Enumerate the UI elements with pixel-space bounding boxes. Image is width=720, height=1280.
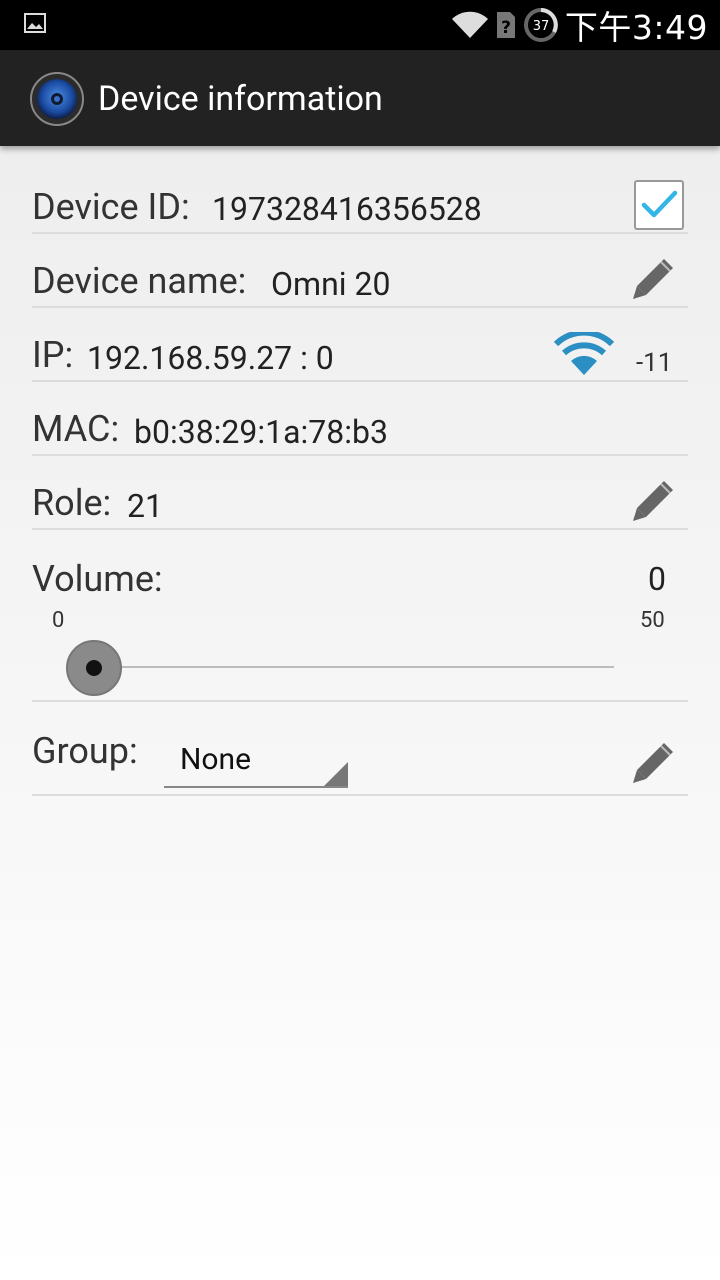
action-bar: Device information (0, 50, 720, 146)
ip-row: IP: 192.168.59.27 : 0 -11 (32, 308, 688, 382)
volume-value: 0 (648, 560, 666, 598)
wifi-signal-icon (554, 332, 614, 375)
role-label: Role: (32, 482, 112, 524)
wifi-icon (451, 11, 488, 38)
battery-level-text: 37 (533, 19, 550, 34)
volume-slider-thumb[interactable] (66, 640, 122, 696)
mac-value: b0:38:29:1a:78:b3 (134, 413, 388, 451)
status-bar: ? 37 下午3:49 (0, 0, 720, 50)
spinner-arrow-icon (324, 762, 348, 786)
device-name-row: Device name: Omni 20 (32, 234, 688, 308)
signal-strength-value: -11 (636, 348, 673, 378)
edit-role-pencil-icon[interactable] (630, 478, 676, 524)
volume-row: Volume: 0 0 50 (32, 530, 688, 702)
role-value: 21 (127, 487, 163, 525)
checkmark-icon (641, 190, 678, 218)
status-time: 下午3:49 (564, 8, 708, 47)
gallery-icon (24, 13, 46, 33)
device-id-checkbox[interactable] (634, 180, 684, 230)
mac-row: MAC: b0:38:29:1a:78:b3 (32, 382, 688, 456)
device-name-label: Device name: (32, 260, 247, 302)
svg-text:?: ? (501, 18, 511, 38)
volume-label: Volume: (32, 558, 163, 600)
group-label: Group: (32, 730, 138, 772)
volume-min-label: 0 (52, 608, 65, 633)
ip-value: 192.168.59.27 : 0 (87, 339, 334, 377)
sim-unknown-icon: ? (496, 12, 515, 38)
group-row: Group: None (32, 702, 688, 796)
page-title: Device information (98, 79, 383, 119)
device-name-value: Omni 20 (271, 265, 391, 303)
volume-slider-track[interactable] (94, 666, 614, 668)
volume-max-label: 50 (640, 608, 665, 633)
group-spinner[interactable]: None (164, 732, 348, 788)
role-row: Role: 21 (32, 456, 688, 530)
battery-icon: 37 (523, 8, 558, 42)
ip-label: IP: (32, 334, 74, 376)
speaker-app-icon[interactable] (30, 72, 84, 126)
group-spinner-value: None (180, 742, 251, 777)
volume-slider-thumb-center (86, 660, 102, 676)
mac-label: MAC: (32, 408, 120, 450)
edit-device-name-pencil-icon[interactable] (630, 256, 676, 302)
edit-group-pencil-icon[interactable] (630, 740, 676, 786)
device-id-label: Device ID: (32, 186, 190, 228)
device-id-value: 197328416356528 (212, 190, 482, 228)
device-id-row: Device ID: 197328416356528 (32, 170, 688, 234)
